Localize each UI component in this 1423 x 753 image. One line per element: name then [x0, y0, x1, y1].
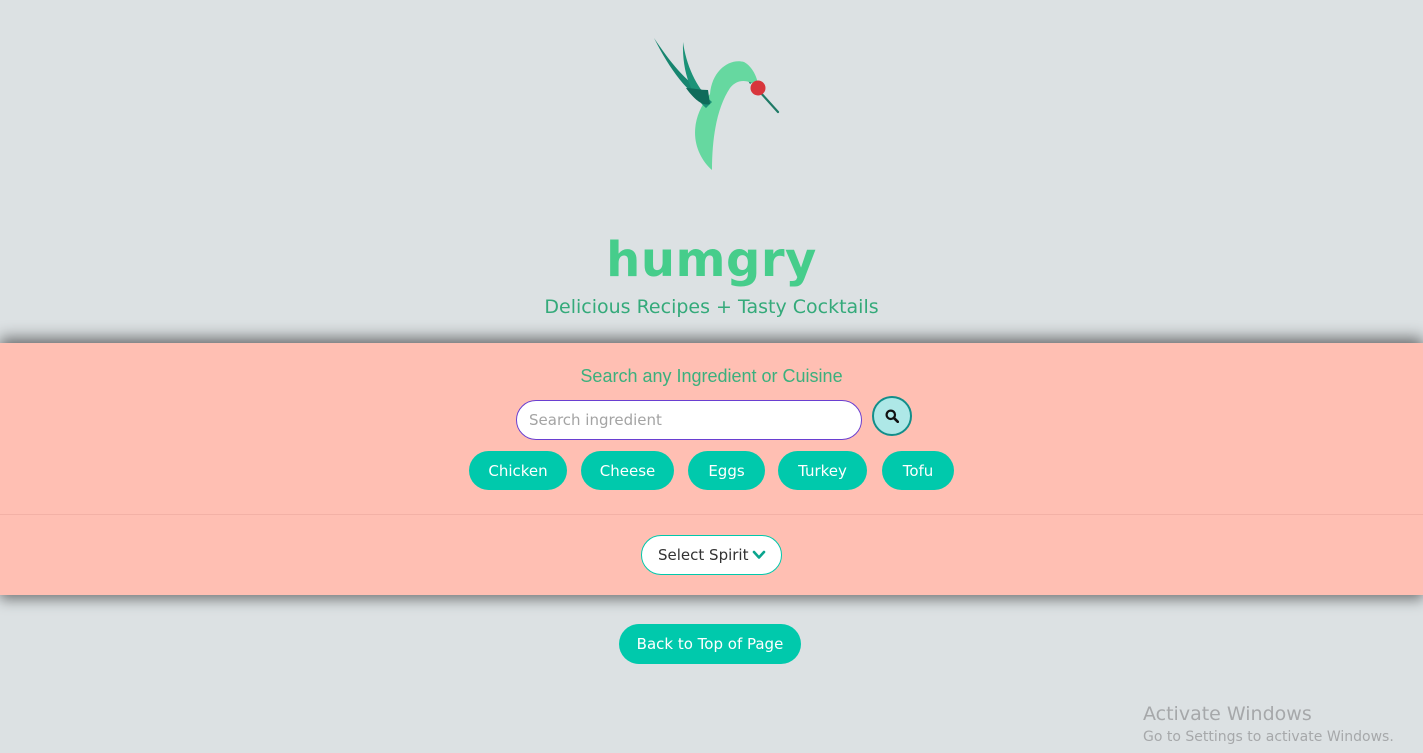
search-heading: Search any Ingredient or Cuisine	[580, 366, 843, 386]
ingredient-chip-turkey[interactable]: Turkey	[778, 451, 867, 490]
panel-divider	[0, 514, 1423, 515]
brand-subtitle: Delicious Recipes + Tasty Cocktails	[544, 296, 879, 318]
brand-title: humgry	[606, 232, 817, 288]
ingredient-chip-chicken[interactable]: Chicken	[469, 451, 567, 490]
ingredient-chip-cheese[interactable]: Cheese	[581, 451, 674, 490]
hummingbird-icon	[654, 38, 780, 170]
watermark-title: Activate Windows	[1143, 703, 1312, 725]
page: humgry Delicious Recipes + Tasty Cocktai…	[0, 0, 1423, 753]
chevron-down-icon	[752, 550, 766, 559]
search-input[interactable]	[516, 400, 862, 440]
search-icon	[885, 409, 899, 423]
ingredient-chip-tofu[interactable]: Tofu	[882, 451, 954, 490]
back-to-top-button[interactable]: Back to Top of Page	[619, 624, 801, 664]
ingredient-chips: Chicken Cheese Eggs Turkey Tofu	[0, 451, 1423, 490]
search-panel: Search any Ingredient or Cuisine Chicken…	[0, 343, 1423, 595]
watermark-subtitle: Go to Settings to activate Windows.	[1143, 729, 1394, 745]
ingredient-chip-eggs[interactable]: Eggs	[688, 451, 765, 490]
search-button[interactable]	[872, 396, 912, 436]
spirit-select-label: Select Spirit	[658, 546, 749, 564]
spirit-select[interactable]: Select Spirit	[641, 535, 782, 575]
windows-activation-watermark: Activate Windows Go to Settings to activ…	[1143, 703, 1394, 745]
